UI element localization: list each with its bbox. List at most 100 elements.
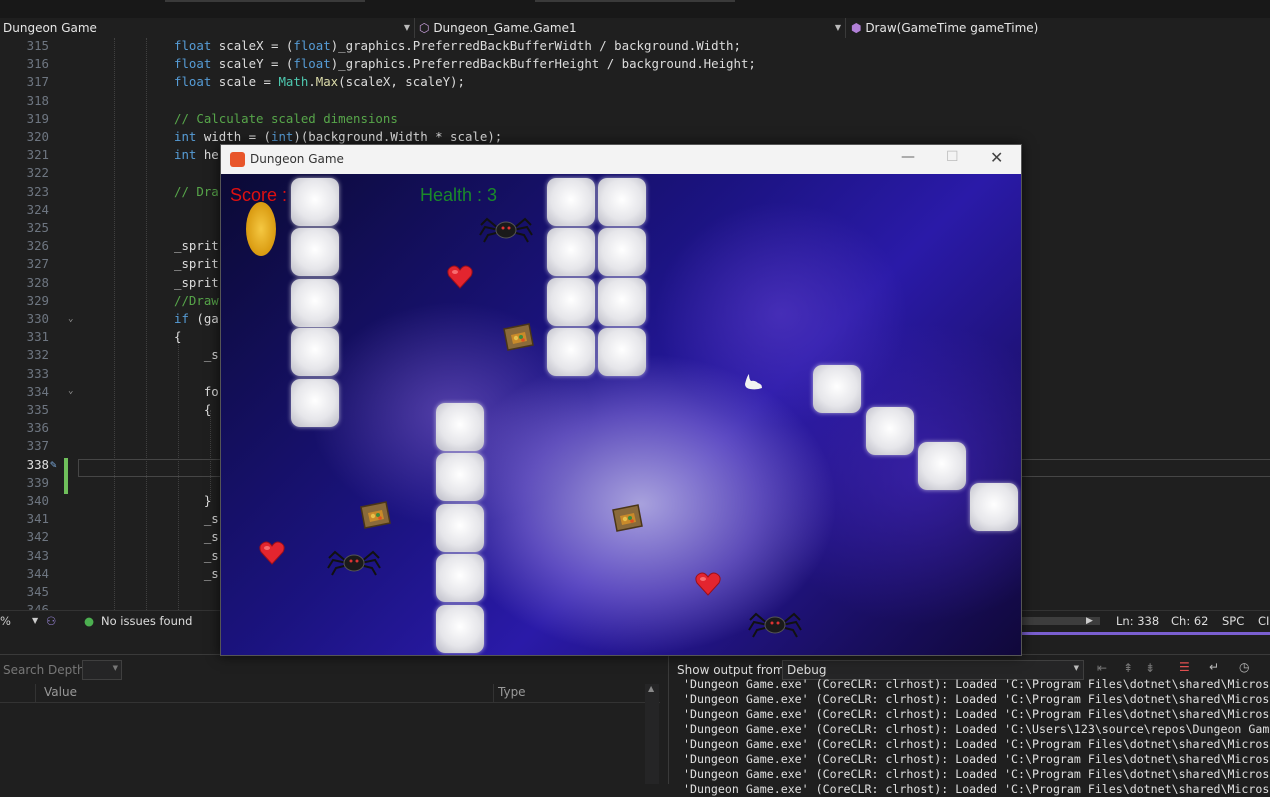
code-line[interactable]: 317 float scale = Math.Max(scaleX, scaleY… — [0, 73, 1270, 91]
scroll-right-icon[interactable]: ▶ — [1086, 611, 1093, 631]
code-text[interactable]: fo — [174, 383, 219, 401]
code-text[interactable]: } — [174, 492, 211, 510]
word-wrap-icon[interactable]: ↵ — [1209, 660, 1219, 674]
code-text[interactable]: float scaleY = (float)_graphics.Preferre… — [174, 55, 756, 73]
output-line: 'Dungeon Game.exe' (CoreCLR: clrhost): L… — [683, 692, 1270, 706]
line-number: 319 — [26, 110, 49, 126]
code-text[interactable]: _s — [174, 565, 219, 583]
code-text[interactable]: // Calculate scaled dimensions — [174, 110, 398, 128]
method-dropdown[interactable]: ⬢ Draw(GameTime gameTime) — [848, 18, 1270, 38]
clock-icon[interactable]: ◷ — [1239, 660, 1249, 674]
line-number: 332 — [26, 347, 49, 363]
search-depth-select[interactable]: ▼ — [82, 660, 122, 680]
game-window[interactable]: Dungeon Game — ☐ ✕ Score : 0 Health : 3 — [220, 144, 1022, 656]
code-text[interactable]: _s — [174, 528, 219, 546]
code-text[interactable]: _sprit — [174, 274, 219, 292]
line-number: 335 — [26, 402, 49, 417]
copilot-icon[interactable]: ⚇ — [46, 611, 56, 631]
spider-enemy-sprite — [479, 215, 533, 243]
code-text[interactable]: float scale = Math.Max(scaleX, scaleY); — [174, 73, 465, 91]
treasure-chest-sprite — [501, 321, 535, 353]
code-line[interactable]: 318 — [0, 92, 1270, 110]
code-text[interactable]: { — [174, 401, 211, 419]
output-text[interactable]: 'Dungeon Game.exe' (CoreCLR: clrhost): L… — [683, 677, 1269, 797]
game-canvas[interactable]: Score : 0 Health : 3 — [221, 174, 1021, 655]
panel-accent-bar — [1020, 632, 1270, 635]
game-title-bar[interactable]: Dungeon Game — ☐ ✕ — [221, 145, 1021, 174]
output-line: 'Dungeon Game.exe' (CoreCLR: clrhost): L… — [683, 767, 1270, 781]
line-number: 339 — [26, 474, 49, 490]
scroll-up-icon[interactable]: ▲ — [648, 684, 654, 693]
output-line: 'Dungeon Game.exe' (CoreCLR: clrhost): L… — [683, 707, 1270, 721]
line-number: 336 — [26, 420, 49, 436]
line-number: 320 — [26, 129, 49, 144]
zoom-level[interactable]: % — [0, 611, 11, 631]
line-ending-indicator[interactable]: CI — [1258, 611, 1269, 631]
code-text[interactable]: _sprit — [174, 255, 219, 273]
stone-block-sprite — [918, 442, 966, 490]
find-in-output-icon[interactable]: ⇤ — [1097, 661, 1107, 675]
stone-block-sprite — [547, 178, 595, 226]
stone-block-sprite — [547, 228, 595, 276]
player-bunny-sprite — [745, 374, 762, 390]
type-column-header[interactable]: Type — [498, 685, 526, 699]
code-text[interactable]: float scaleX = (float)_graphics.Preferre… — [174, 37, 741, 55]
column-divider[interactable] — [493, 684, 494, 702]
code-text[interactable]: _s — [174, 346, 219, 364]
column-divider[interactable] — [35, 684, 36, 702]
value-column-header[interactable]: Value — [44, 685, 77, 699]
code-text[interactable]: //Draw — [174, 292, 219, 310]
code-line[interactable]: 316 float scaleY = (float)_graphics.Prefe… — [0, 55, 1270, 73]
stone-block-sprite — [436, 605, 484, 653]
clear-all-icon[interactable]: ☰ — [1179, 660, 1190, 674]
locals-scrollbar[interactable]: ▲ — [645, 684, 659, 784]
line-number: 327 — [26, 256, 49, 272]
stone-block-sprite — [436, 453, 484, 501]
code-text[interactable]: // Dra — [174, 183, 219, 201]
code-text[interactable]: _s — [174, 547, 219, 565]
treasure-chest-sprite — [610, 502, 644, 534]
close-icon[interactable]: ✕ — [990, 148, 1003, 167]
health-label: Health : 3 — [420, 185, 498, 205]
code-text[interactable]: { — [174, 328, 181, 346]
code-text[interactable]: _s — [174, 510, 219, 528]
stone-block-sprite — [547, 328, 595, 376]
minimize-icon[interactable]: — — [901, 149, 915, 165]
stone-block-sprite — [291, 279, 339, 327]
project-dropdown[interactable]: Dungeon Game ▼ — [0, 18, 415, 38]
zoom-dropdown-icon[interactable]: ▼ — [32, 611, 38, 631]
locals-header: Value Type — [0, 684, 660, 703]
code-line[interactable]: 315 float scaleX = (float)_graphics.Prefe… — [0, 37, 1270, 55]
class-dropdown[interactable]: ⬡ Dungeon_Game.Game1 ▼ — [416, 18, 846, 38]
column-indicator[interactable]: Ch: 62 — [1171, 611, 1208, 631]
stone-block-sprite — [291, 328, 339, 376]
next-message-icon[interactable]: ⇟ — [1145, 661, 1155, 675]
line-number: 334 — [26, 383, 49, 399]
previous-message-icon[interactable]: ⇞ — [1123, 661, 1133, 675]
title-bar-strip — [0, 0, 1270, 18]
stone-block-sprite — [866, 407, 914, 455]
output-line: 'Dungeon Game.exe' (CoreCLR: clrhost): L… — [683, 752, 1270, 766]
code-text[interactable]: _sprit — [174, 237, 219, 255]
spacing-indicator[interactable]: SPC — [1222, 611, 1244, 631]
maximize-icon[interactable]: ☐ — [946, 149, 959, 165]
code-line[interactable]: 319 // Calculate scaled dimensions — [0, 110, 1270, 128]
line-number: 333 — [26, 365, 49, 381]
chevron-down-icon: ▼ — [834, 23, 841, 32]
heart-pickup-sprite — [447, 265, 473, 289]
method-label: Draw(GameTime gameTime) — [865, 21, 1039, 35]
issues-status[interactable]: No issues found — [101, 611, 192, 631]
output-panel: Show output from: Debug ▼ ⇤ ⇞ ⇟ ☰ ↵ ◷ 'D… — [668, 655, 1270, 796]
line-number: 337 — [26, 438, 49, 454]
method-icon: ⬢ — [851, 21, 862, 35]
class-icon: ⬡ — [419, 21, 430, 35]
monogame-logo-icon — [230, 152, 245, 167]
code-text[interactable]: int he — [174, 146, 219, 164]
line-number: 324 — [26, 201, 49, 217]
line-indicator[interactable]: Ln: 338 — [1116, 611, 1159, 631]
stone-block-sprite — [436, 554, 484, 602]
locals-panel: Search Depth: ▼ Value Type ▲ — [0, 655, 660, 784]
code-text[interactable]: if (ga — [174, 310, 219, 328]
line-number: 316 — [26, 56, 49, 72]
game-window-title: Dungeon Game — [250, 152, 344, 166]
